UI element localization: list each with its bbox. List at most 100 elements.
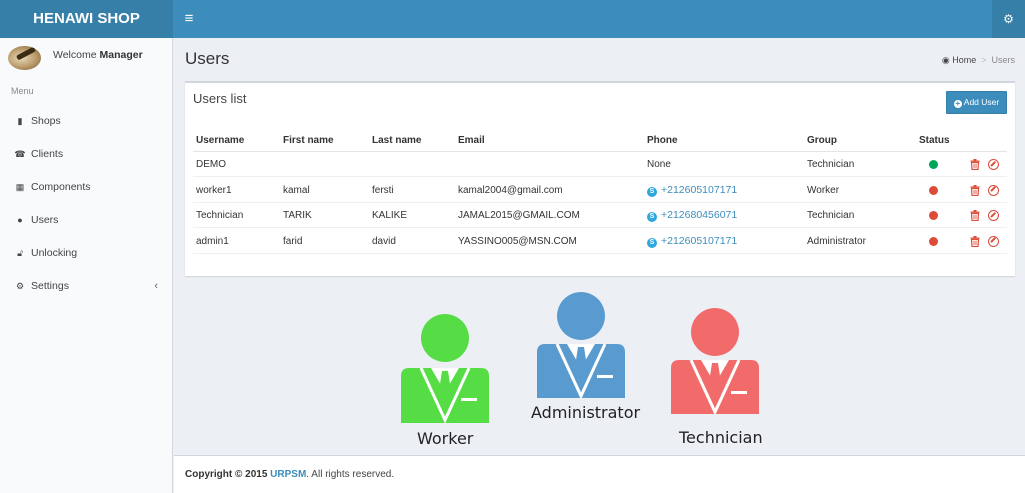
- skype-icon: S: [647, 212, 657, 222]
- sidebar-item-unlocking[interactable]: 🔓︎ Unlocking: [0, 238, 172, 268]
- avatar: [8, 46, 41, 70]
- menu-header: Menu: [11, 86, 34, 96]
- sidebar-item-label: Settings: [31, 280, 69, 292]
- group-cell: Worker: [807, 184, 840, 196]
- table-row: worker1 kamal fersti kamal2004@gmail.com S +2…: [193, 178, 1007, 203]
- copyright-prefix: Copyright © 2015: [185, 469, 268, 480]
- chevron-left-icon: ‹: [154, 280, 158, 292]
- last-name-cell: fersti: [372, 184, 394, 196]
- book-icon: ▮: [17, 116, 23, 126]
- phone-link[interactable]: +212680456071: [661, 209, 737, 221]
- group-cell: Technician: [807, 159, 855, 170]
- username-cell: DEMO: [196, 159, 226, 170]
- dashboard-icon: ◉: [941, 55, 950, 65]
- ban-icon[interactable]: [988, 159, 999, 170]
- user-name: Manager: [99, 49, 143, 61]
- add-user-label: Add User: [963, 97, 1000, 107]
- phone-cell[interactable]: S +212605107171: [647, 178, 737, 203]
- phone-link[interactable]: +212605107171: [661, 184, 737, 196]
- top-navbar: HENAWI SHOP ≡ ⚙: [0, 0, 1025, 38]
- box-title: Users list: [193, 91, 247, 106]
- brand-logo[interactable]: HENAWI SHOP: [0, 0, 173, 38]
- sidebar: Welcome Manager Menu ▮ Shops ☎ Clients ▦ Co…: [0, 38, 173, 493]
- footer-text: Copyright © 2015 URPSM. All rights reser…: [185, 469, 394, 480]
- worker-figure: [401, 314, 489, 424]
- breadcrumb: ◉ Home > Users: [942, 55, 1015, 66]
- grid-icon: ▦: [15, 182, 25, 192]
- add-user-button[interactable]: + Add User: [946, 91, 1007, 114]
- copyright-suffix: . All rights reserved.: [306, 469, 395, 480]
- email-cell: JAMAL2015@GMAIL.COM: [458, 210, 580, 221]
- sidebar-item-label: Users: [31, 214, 59, 226]
- status-indicator: [929, 236, 938, 246]
- status-indicator: [929, 211, 938, 220]
- email-cell: kamal2004@gmail.com: [458, 184, 563, 196]
- table-row: admin1 farid david YASSINO005@MSN.COM S +2126…: [193, 229, 1007, 254]
- phone-cell: None: [647, 159, 671, 170]
- welcome-text: Welcome Manager: [53, 49, 143, 61]
- breadcrumb-home[interactable]: Home: [952, 55, 976, 65]
- worker-label: Worker: [417, 429, 474, 448]
- group-cell: Administrator: [807, 235, 866, 247]
- trash-icon[interactable]: [970, 159, 980, 170]
- gear-icon: ⚙: [15, 281, 25, 291]
- sidebar-item-components[interactable]: ▦ Components: [0, 172, 172, 202]
- first-name-cell: TARIK: [283, 210, 312, 221]
- first-name-cell: kamal: [283, 184, 310, 196]
- user-panel: Welcome Manager: [0, 38, 173, 78]
- hamburger-icon[interactable]: ≡: [178, 0, 200, 38]
- column-header: Phone: [647, 135, 678, 146]
- administrator-label: Administrator: [531, 403, 641, 422]
- column-header: Group: [807, 135, 837, 146]
- welcome-prefix: Welcome: [53, 49, 97, 61]
- sidebar-item-clients[interactable]: ☎ Clients: [0, 139, 172, 169]
- users-list-box: Users list + Add User Username First name…: [185, 81, 1015, 276]
- breadcrumb-separator: >: [981, 55, 987, 65]
- username-cell: admin1: [196, 235, 229, 247]
- breadcrumb-current: Users: [991, 55, 1015, 65]
- sidebar-item-settings[interactable]: ⚙ Settings ‹: [0, 271, 172, 301]
- username-cell: worker1: [196, 184, 232, 196]
- status-indicator: [929, 185, 938, 195]
- phone-square-icon: ☎: [14, 149, 26, 159]
- email-cell: YASSINO005@MSN.COM: [458, 235, 577, 247]
- trash-icon[interactable]: [970, 235, 980, 247]
- sidebar-item-label: Clients: [31, 148, 64, 160]
- ban-icon[interactable]: [988, 235, 999, 247]
- phone-cell[interactable]: S +212605107171: [647, 229, 737, 254]
- table-row: Technician TARIK KALIKE JAMAL2015@GMAIL.COM…: [193, 203, 1007, 228]
- column-header: Email: [458, 135, 485, 146]
- page-title: Users: [185, 49, 230, 68]
- unlock-icon: 🔓︎: [17, 248, 23, 258]
- sidebar-item-label: Components: [31, 181, 91, 193]
- table-header: Username First name Last name Email Phon…: [193, 129, 1007, 152]
- skype-icon: S: [647, 186, 657, 197]
- ban-icon[interactable]: [988, 210, 999, 221]
- group-cell: Technician: [807, 210, 855, 221]
- table-row: DEMO None Technician: [193, 152, 1007, 177]
- sidebar-item-users[interactable]: ● Users: [0, 205, 172, 235]
- ban-icon[interactable]: [988, 184, 999, 196]
- status-indicator: [929, 160, 938, 169]
- sidebar-item-shops[interactable]: ▮ Shops: [0, 106, 172, 136]
- technician-label: Technician: [679, 428, 763, 447]
- users-icon: ●: [17, 215, 23, 225]
- footer: Copyright © 2015 URPSM. All rights reser…: [174, 455, 1025, 493]
- last-name-cell: david: [372, 235, 396, 247]
- trash-icon[interactable]: [970, 184, 980, 196]
- last-name-cell: KALIKE: [372, 210, 408, 221]
- footer-brand-link[interactable]: URPSM: [270, 469, 306, 480]
- username-cell: Technician: [196, 210, 244, 221]
- column-header: Status: [919, 135, 950, 146]
- column-header: Last name: [372, 135, 422, 146]
- phone-link[interactable]: +212605107171: [661, 235, 737, 247]
- first-name-cell: farid: [283, 235, 303, 247]
- technician-figure: [671, 308, 759, 416]
- column-header: Username: [196, 135, 245, 146]
- skype-icon: S: [647, 237, 657, 248]
- phone-cell[interactable]: S +212680456071: [647, 203, 737, 228]
- trash-icon[interactable]: [970, 210, 980, 221]
- administrator-figure: [537, 292, 625, 400]
- sidebar-item-label: Shops: [31, 115, 61, 127]
- cogs-icon[interactable]: ⚙: [992, 0, 1025, 38]
